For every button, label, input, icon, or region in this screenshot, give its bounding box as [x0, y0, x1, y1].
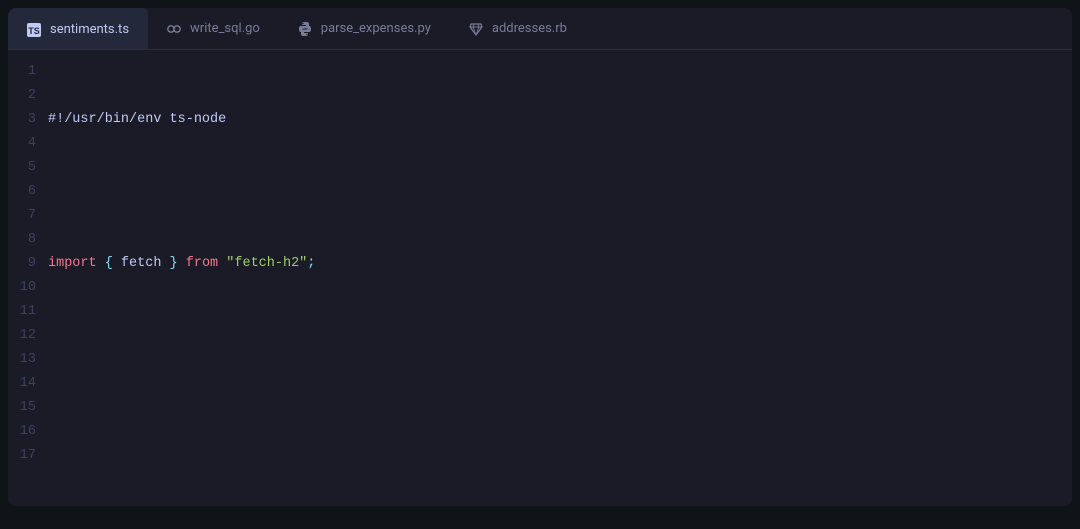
code-line: [48, 468, 1072, 492]
line-number: 7: [8, 204, 36, 228]
code-line: import { fetch } from "fetch-h2";: [48, 252, 1072, 276]
line-number: 9: [8, 252, 36, 276]
shebang-text: #!/usr/bin/env ts-node: [48, 112, 226, 127]
tab-label: parse_expenses.py: [321, 21, 431, 36]
line-number: 11: [8, 300, 36, 324]
tab-label: addresses.rb: [492, 21, 567, 36]
line-number: 15: [8, 396, 36, 420]
ts-icon: TS: [26, 22, 42, 38]
python-icon: [297, 21, 313, 37]
line-number: 3: [8, 108, 36, 132]
identifier-fetch: fetch: [121, 256, 162, 271]
line-number-gutter: 1 2 3 4 5 6 7 8 9 10 11 12 13 14 15 16 1…: [8, 60, 48, 506]
line-number: 12: [8, 324, 36, 348]
code-line: [48, 396, 1072, 420]
ruby-icon: [468, 21, 484, 37]
line-number: 10: [8, 276, 36, 300]
code-line: [48, 324, 1072, 348]
brace-open: {: [97, 256, 121, 271]
line-number: 5: [8, 156, 36, 180]
brace-close: }: [161, 256, 185, 271]
string-literal: "fetch-h2": [226, 256, 307, 271]
line-number: 17: [8, 444, 36, 468]
line-number: 8: [8, 228, 36, 252]
tab-label: write_sql.go: [190, 21, 260, 36]
line-number: 2: [8, 84, 36, 108]
line-number: 4: [8, 132, 36, 156]
editor-body: 1 2 3 4 5 6 7 8 9 10 11 12 13 14 15 16 1…: [8, 50, 1072, 506]
line-number: 13: [8, 348, 36, 372]
code-line: [48, 180, 1072, 204]
keyword-from: from: [186, 256, 218, 271]
code-area[interactable]: #!/usr/bin/env ts-node import { fetch } …: [48, 60, 1072, 506]
line-number: 1: [8, 60, 36, 84]
line-number: 14: [8, 372, 36, 396]
tab-write-sql-go[interactable]: write_sql.go: [148, 8, 279, 49]
editor-window: TS sentiments.ts write_sql.go: [8, 8, 1072, 506]
tab-label: sentiments.ts: [50, 22, 129, 37]
code-line: #!/usr/bin/env ts-node: [48, 108, 1072, 132]
tab-addresses-rb[interactable]: addresses.rb: [450, 8, 586, 49]
tab-sentiments-ts[interactable]: TS sentiments.ts: [8, 8, 148, 49]
line-number: 6: [8, 180, 36, 204]
tab-parse-expenses-py[interactable]: parse_expenses.py: [279, 8, 450, 49]
semicolon: ;: [307, 256, 315, 271]
tab-bar: TS sentiments.ts write_sql.go: [8, 8, 1072, 50]
keyword-import: import: [48, 256, 97, 271]
svg-text:TS: TS: [28, 26, 40, 36]
line-number: 16: [8, 420, 36, 444]
go-icon: [166, 21, 182, 37]
